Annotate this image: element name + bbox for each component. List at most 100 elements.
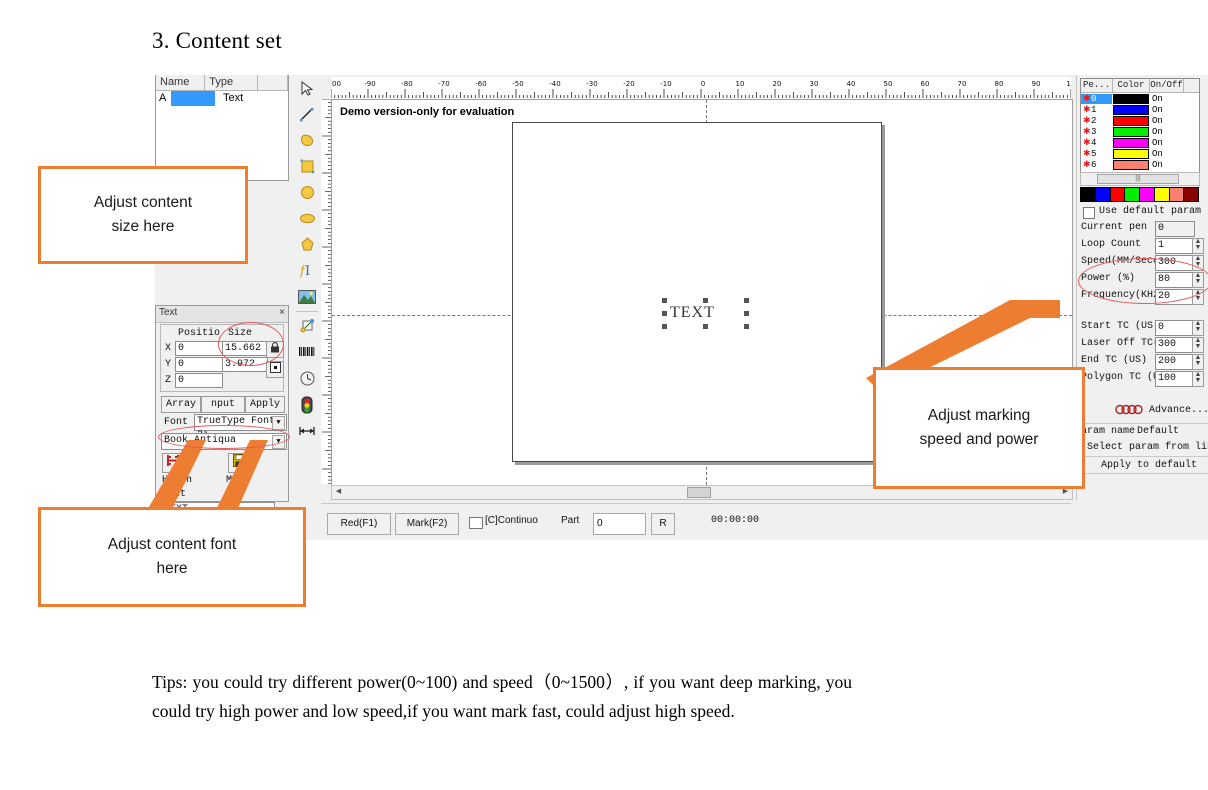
param-name-value[interactable]: Default — [1137, 426, 1179, 437]
advance-button[interactable]: Advance... — [1149, 405, 1208, 416]
selection-handle[interactable] — [703, 298, 708, 303]
scrollbar-thumb[interactable] — [687, 487, 711, 498]
color-swatch[interactable] — [1139, 187, 1155, 202]
select-arrow-icon[interactable] — [295, 76, 319, 101]
pen-state[interactable]: On — [1150, 127, 1183, 137]
x-position-field[interactable]: 0 — [175, 341, 223, 356]
selection-handle[interactable] — [662, 324, 667, 329]
color-swatch[interactable] — [1109, 187, 1126, 202]
use-default-param-row[interactable]: Use default param — [1079, 205, 1208, 220]
save-icon[interactable] — [228, 453, 250, 473]
hatch-fill-icon[interactable] — [162, 453, 184, 473]
column-name[interactable]: Name — [156, 75, 206, 90]
column-extra[interactable] — [258, 75, 288, 90]
pen-state[interactable]: On — [1150, 138, 1183, 148]
apply-default-row[interactable]: Apply to default — [1079, 456, 1208, 474]
anchor-icon[interactable] — [266, 361, 284, 378]
table-row[interactable]: A Text — [156, 91, 288, 106]
measure-icon[interactable] — [295, 418, 319, 443]
line-icon[interactable] — [295, 102, 319, 127]
chevron-down-icon[interactable]: ▼ — [272, 416, 285, 430]
pen-list-table[interactable]: Pe... Color On/Off ✱ 0 On ✱ 1 On ✱ 2 On ✱ 3 On ✱ 4 On ✱… — [1080, 78, 1200, 173]
pen-row[interactable]: ✱ 6 On — [1081, 159, 1199, 170]
apply-to-default-button[interactable]: Apply to default — [1101, 460, 1197, 471]
horizontal-ruler[interactable]: -100-90-80-70-60-50-40-30-20-10010203040… — [331, 77, 1071, 100]
param-value-field[interactable]: 200 — [1155, 354, 1195, 370]
part-count-field[interactable]: 0 — [593, 513, 646, 535]
column-type[interactable]: Type — [205, 75, 258, 90]
spinner-control[interactable]: ▲ ▼ — [1192, 320, 1204, 336]
selection-handle[interactable] — [703, 324, 708, 329]
pen-color-swatch[interactable] — [1113, 159, 1149, 170]
param-value-field[interactable]: 100 — [1155, 371, 1195, 387]
param-row[interactable]: Start TC (US) 0 ▲ ▼ — [1079, 320, 1208, 336]
pen-color-swatch[interactable] — [1113, 137, 1149, 148]
z-position-field[interactable]: 0 — [175, 373, 223, 388]
selection-handle[interactable] — [744, 324, 749, 329]
rectangle-icon[interactable] — [295, 154, 319, 179]
pen-row[interactable]: ✱ 3 On — [1081, 126, 1199, 137]
text-object[interactable]: TEXT — [670, 304, 715, 322]
use-default-checkbox[interactable] — [1083, 207, 1095, 219]
drawing-toolbar[interactable]: fI — [293, 75, 322, 500]
color-swatch[interactable] — [1094, 187, 1111, 202]
pen-row[interactable]: ✱ 5 On — [1081, 148, 1199, 159]
param-value-field[interactable]: 0 — [1155, 221, 1195, 237]
selection-handle[interactable] — [662, 298, 667, 303]
circle-icon[interactable] — [295, 180, 319, 205]
scrollbar-thumb[interactable]: ||| — [1097, 174, 1179, 184]
pen-state[interactable]: On — [1150, 160, 1183, 170]
image-icon[interactable] — [295, 284, 319, 309]
spinner-control[interactable]: ▲ ▼ — [1192, 238, 1204, 254]
scroll-left-arrow[interactable]: ◀ — [333, 487, 344, 496]
spinner-control[interactable]: ▲ ▼ — [1192, 354, 1204, 370]
apply-button[interactable]: Apply — [245, 396, 285, 413]
pen-state[interactable]: On — [1150, 105, 1183, 115]
pen-color-swatch[interactable] — [1113, 104, 1149, 115]
param-row[interactable]: End TC (US) 200 ▲ ▼ — [1079, 354, 1208, 370]
close-icon[interactable]: × — [279, 307, 285, 321]
color-swatch-palette[interactable] — [1080, 187, 1199, 202]
color-swatch[interactable] — [1124, 187, 1140, 202]
select-library-row[interactable]: Select param from library — [1079, 440, 1208, 455]
color-swatch[interactable] — [1168, 187, 1185, 202]
mark-button[interactable]: Mark(F2) — [395, 513, 459, 535]
param-value-field[interactable]: 300 — [1155, 337, 1195, 353]
pen-rows-container[interactable]: ✱ 0 On ✱ 1 On ✱ 2 On ✱ 3 On ✱ 4 On ✱ 5 On ✱ 6 On — [1081, 93, 1199, 170]
color-swatch[interactable] — [1153, 187, 1170, 202]
column-onoff[interactable]: On/Off — [1150, 79, 1184, 92]
pen-row[interactable]: ✱ 2 On — [1081, 115, 1199, 126]
param-row[interactable]: Polygon TC (US) 100 ▲ ▼ — [1079, 371, 1208, 387]
text-icon[interactable]: fI — [295, 258, 319, 283]
input-port-button[interactable]: nput Por — [201, 396, 245, 425]
y-position-field[interactable]: 0 — [175, 357, 223, 372]
delay-icon[interactable] — [295, 366, 319, 391]
pen-color-swatch[interactable] — [1113, 126, 1149, 137]
pen-list-scrollbar[interactable]: ||| — [1080, 172, 1200, 186]
select-param-library-label[interactable]: Select param from library — [1087, 442, 1208, 453]
pen-color-swatch[interactable] — [1113, 148, 1149, 159]
selection-handle[interactable] — [744, 298, 749, 303]
reset-button[interactable]: R — [651, 513, 675, 535]
hatch-icon[interactable] — [295, 314, 319, 339]
param-row[interactable]: Current pen 0 — [1079, 221, 1208, 237]
pen-row[interactable]: ✱ 1 On — [1081, 104, 1199, 115]
param-name-row[interactable]: aram name Default — [1079, 423, 1208, 439]
color-swatch[interactable] — [1183, 187, 1199, 202]
pen-state[interactable]: On — [1150, 94, 1183, 104]
advance-row[interactable]: Advance... — [1079, 402, 1208, 422]
object-color-swatch[interactable] — [171, 91, 215, 106]
pen-state[interactable]: On — [1150, 149, 1183, 159]
pen-color-swatch[interactable] — [1113, 115, 1149, 126]
column-pen[interactable]: Pe... — [1081, 79, 1113, 92]
selection-handle[interactable] — [662, 311, 667, 316]
traffic-light-icon[interactable] — [295, 392, 319, 417]
pen-row[interactable]: ✱ 0 On — [1081, 93, 1199, 104]
pen-parameter-form[interactable]: Use default param Current pen 0 Loop Count… — [1079, 205, 1208, 475]
param-row[interactable]: Laser Off TC(US 300 ▲ ▼ — [1079, 337, 1208, 353]
spinner-control[interactable]: ▲ ▼ — [1192, 337, 1204, 353]
selection-handle[interactable] — [744, 311, 749, 316]
barcode-icon[interactable] — [295, 340, 319, 365]
timing-params[interactable]: Start TC (US) 0 ▲ ▼ Laser Off TC(US 300 ▲ ▼ End … — [1079, 320, 1208, 387]
curve-icon[interactable] — [295, 128, 319, 153]
